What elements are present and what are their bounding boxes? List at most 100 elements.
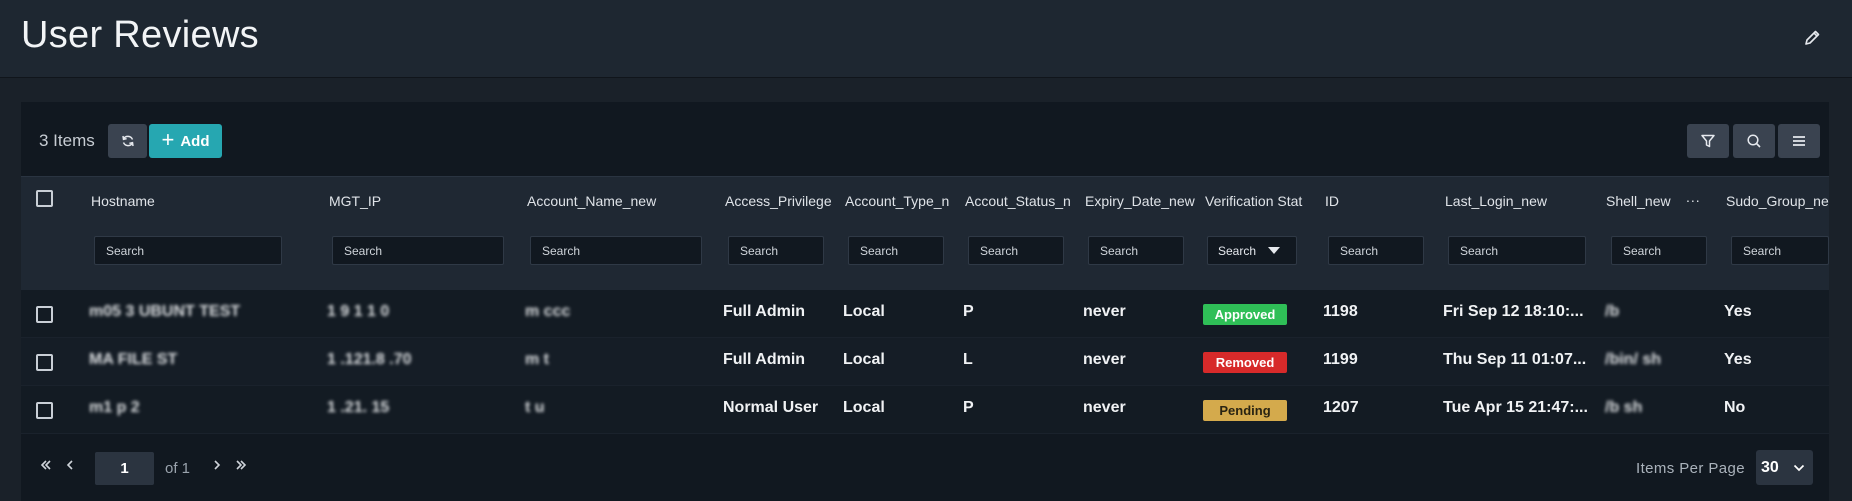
refresh-button[interactable] bbox=[108, 124, 147, 158]
mgt-ip-cell: 1 9 1 1 0 bbox=[327, 303, 390, 320]
column-header-access-privilege[interactable]: Access_Privilege bbox=[725, 193, 837, 209]
table-row[interactable]: m05 3 UBUNT TEST 1 9 1 1 0 m ccc Full Ad… bbox=[21, 290, 1829, 338]
shell-cell: /b bbox=[1605, 303, 1620, 320]
refresh-icon bbox=[121, 135, 134, 147]
prev-page-button[interactable] bbox=[59, 452, 81, 478]
column-header-account-type[interactable]: Account_Type_n bbox=[845, 193, 957, 209]
last-login-search-input[interactable] bbox=[1448, 236, 1586, 265]
sudo-group-cell: Yes bbox=[1724, 303, 1752, 320]
search-icon bbox=[1747, 134, 1761, 148]
grid-header: Hostname MGT_IP Account_Name_new Access_… bbox=[21, 176, 1829, 290]
page-total-label: of 1 bbox=[165, 460, 191, 477]
table-row[interactable]: MA FILE ST 1 .121.8 .70 m t Full Admin L… bbox=[21, 338, 1829, 386]
column-menu-icon[interactable]: ... bbox=[1686, 189, 1701, 205]
account-type-cell: Local bbox=[843, 399, 885, 416]
select-all-checkbox[interactable] bbox=[36, 190, 53, 207]
mgt-ip-cell: 1 .21. 15 bbox=[327, 399, 390, 416]
access-privilege-search-input[interactable] bbox=[728, 236, 824, 265]
access-privilege-cell: Full Admin bbox=[723, 351, 806, 368]
page-number-input[interactable] bbox=[95, 452, 154, 485]
mgt-ip-search-input[interactable] bbox=[332, 236, 504, 265]
items-per-page-label: Items Per Page bbox=[1636, 460, 1745, 477]
access-privilege-cell: Normal User bbox=[723, 399, 819, 416]
expiry-date-cell: never bbox=[1083, 303, 1126, 320]
column-header-last-login[interactable]: Last_Login_new bbox=[1445, 193, 1595, 209]
row-checkbox[interactable] bbox=[36, 306, 53, 323]
status-badge: Approved bbox=[1203, 304, 1287, 325]
verification-status-filter-select[interactable]: Search bbox=[1207, 236, 1297, 265]
add-button-label: Add bbox=[180, 132, 210, 150]
row-checkbox[interactable] bbox=[36, 354, 53, 371]
expiry-date-cell: never bbox=[1083, 351, 1126, 368]
account-name-cell: m ccc bbox=[525, 303, 571, 320]
column-header-sudo-group[interactable]: Sudo_Group_ne bbox=[1726, 193, 1829, 209]
account-type-cell: Local bbox=[843, 351, 885, 368]
hostname-search-input[interactable] bbox=[94, 236, 282, 265]
expiry-date-search-input[interactable] bbox=[1088, 236, 1184, 265]
items-count: 3 Items bbox=[39, 131, 95, 150]
account-name-cell: m t bbox=[525, 351, 549, 368]
expiry-date-cell: never bbox=[1083, 399, 1126, 416]
hostname-cell: m05 3 UBUNT TEST bbox=[89, 303, 241, 320]
search-button[interactable] bbox=[1733, 124, 1775, 158]
items-per-page-select[interactable]: 30 bbox=[1756, 450, 1813, 485]
last-login-cell: Thu Sep 11 01:07... bbox=[1443, 351, 1587, 368]
edit-button[interactable] bbox=[1800, 26, 1824, 50]
id-search-input[interactable] bbox=[1328, 236, 1424, 265]
grid-toolbar: 3 Items + Add bbox=[21, 102, 1829, 176]
last-page-button[interactable] bbox=[230, 452, 252, 478]
access-privilege-cell: Full Admin bbox=[723, 303, 806, 320]
reviews-grid-panel: 3 Items + Add Hostname MGT_IP Account_Na… bbox=[21, 102, 1829, 501]
next-page-button[interactable] bbox=[206, 452, 228, 478]
column-header-expiry-date[interactable]: Expiry_Date_new bbox=[1085, 193, 1197, 209]
chevron-left-icon bbox=[66, 460, 73, 470]
shell-search-input[interactable] bbox=[1611, 236, 1707, 265]
filter-icon bbox=[1701, 134, 1715, 148]
double-chevron-right-icon bbox=[236, 460, 247, 470]
account-status-search-input[interactable] bbox=[968, 236, 1064, 265]
pencil-icon bbox=[1805, 30, 1820, 45]
id-cell: 1207 bbox=[1323, 399, 1359, 416]
id-cell: 1198 bbox=[1323, 303, 1358, 320]
column-header-id[interactable]: ID bbox=[1325, 193, 1437, 209]
account-status-cell: P bbox=[963, 303, 974, 320]
hostname-cell: MA FILE ST bbox=[89, 351, 178, 368]
mgt-ip-cell: 1 .121.8 .70 bbox=[327, 351, 412, 368]
double-chevron-left-icon bbox=[40, 460, 51, 470]
shell-cell: /bin/ sh bbox=[1605, 351, 1661, 368]
sudo-group-search-input[interactable] bbox=[1731, 236, 1829, 265]
chevron-right-icon bbox=[214, 460, 221, 470]
menu-icon bbox=[1793, 136, 1805, 146]
column-header-verification-status[interactable]: Verification Stat bbox=[1205, 193, 1317, 209]
column-header-account-name[interactable]: Account_Name_new bbox=[527, 193, 687, 209]
pagination: of 1 Items Per Page 30 bbox=[21, 434, 1829, 501]
account-type-search-input[interactable] bbox=[848, 236, 944, 265]
last-login-cell: Tue Apr 15 21:47:... bbox=[1443, 399, 1588, 416]
account-status-cell: L bbox=[963, 351, 973, 368]
hostname-cell: m1 p 2 bbox=[89, 399, 140, 416]
items-per-page-value: 30 bbox=[1761, 458, 1779, 476]
filter-button[interactable] bbox=[1687, 124, 1729, 158]
column-header-account-status[interactable]: Accout_Status_n bbox=[965, 193, 1077, 209]
shell-cell: /b sh bbox=[1605, 399, 1643, 416]
add-button[interactable]: + Add bbox=[149, 124, 222, 158]
column-header-shell[interactable]: Shell_new bbox=[1606, 193, 1678, 209]
id-cell: 1199 bbox=[1323, 351, 1358, 368]
status-badge: Pending bbox=[1203, 400, 1287, 421]
menu-button[interactable] bbox=[1778, 124, 1820, 158]
column-header-hostname[interactable]: Hostname bbox=[91, 193, 281, 209]
column-header-mgt-ip[interactable]: MGT_IP bbox=[329, 193, 489, 209]
verification-status-filter-label: Search bbox=[1218, 243, 1257, 258]
sudo-group-cell: Yes bbox=[1724, 351, 1752, 368]
plus-icon: + bbox=[161, 127, 175, 152]
first-page-button[interactable] bbox=[35, 452, 57, 478]
sudo-group-cell: No bbox=[1724, 399, 1746, 416]
row-checkbox[interactable] bbox=[36, 402, 53, 419]
caret-down-icon bbox=[1268, 247, 1281, 254]
table-row[interactable]: m1 p 2 1 .21. 15 t u Normal User Local P… bbox=[21, 386, 1829, 434]
account-type-cell: Local bbox=[843, 303, 885, 320]
account-name-cell: t u bbox=[525, 399, 545, 416]
page-header: User Reviews bbox=[0, 0, 1852, 78]
account-name-search-input[interactable] bbox=[530, 236, 702, 265]
page-title: User Reviews bbox=[21, 14, 259, 56]
